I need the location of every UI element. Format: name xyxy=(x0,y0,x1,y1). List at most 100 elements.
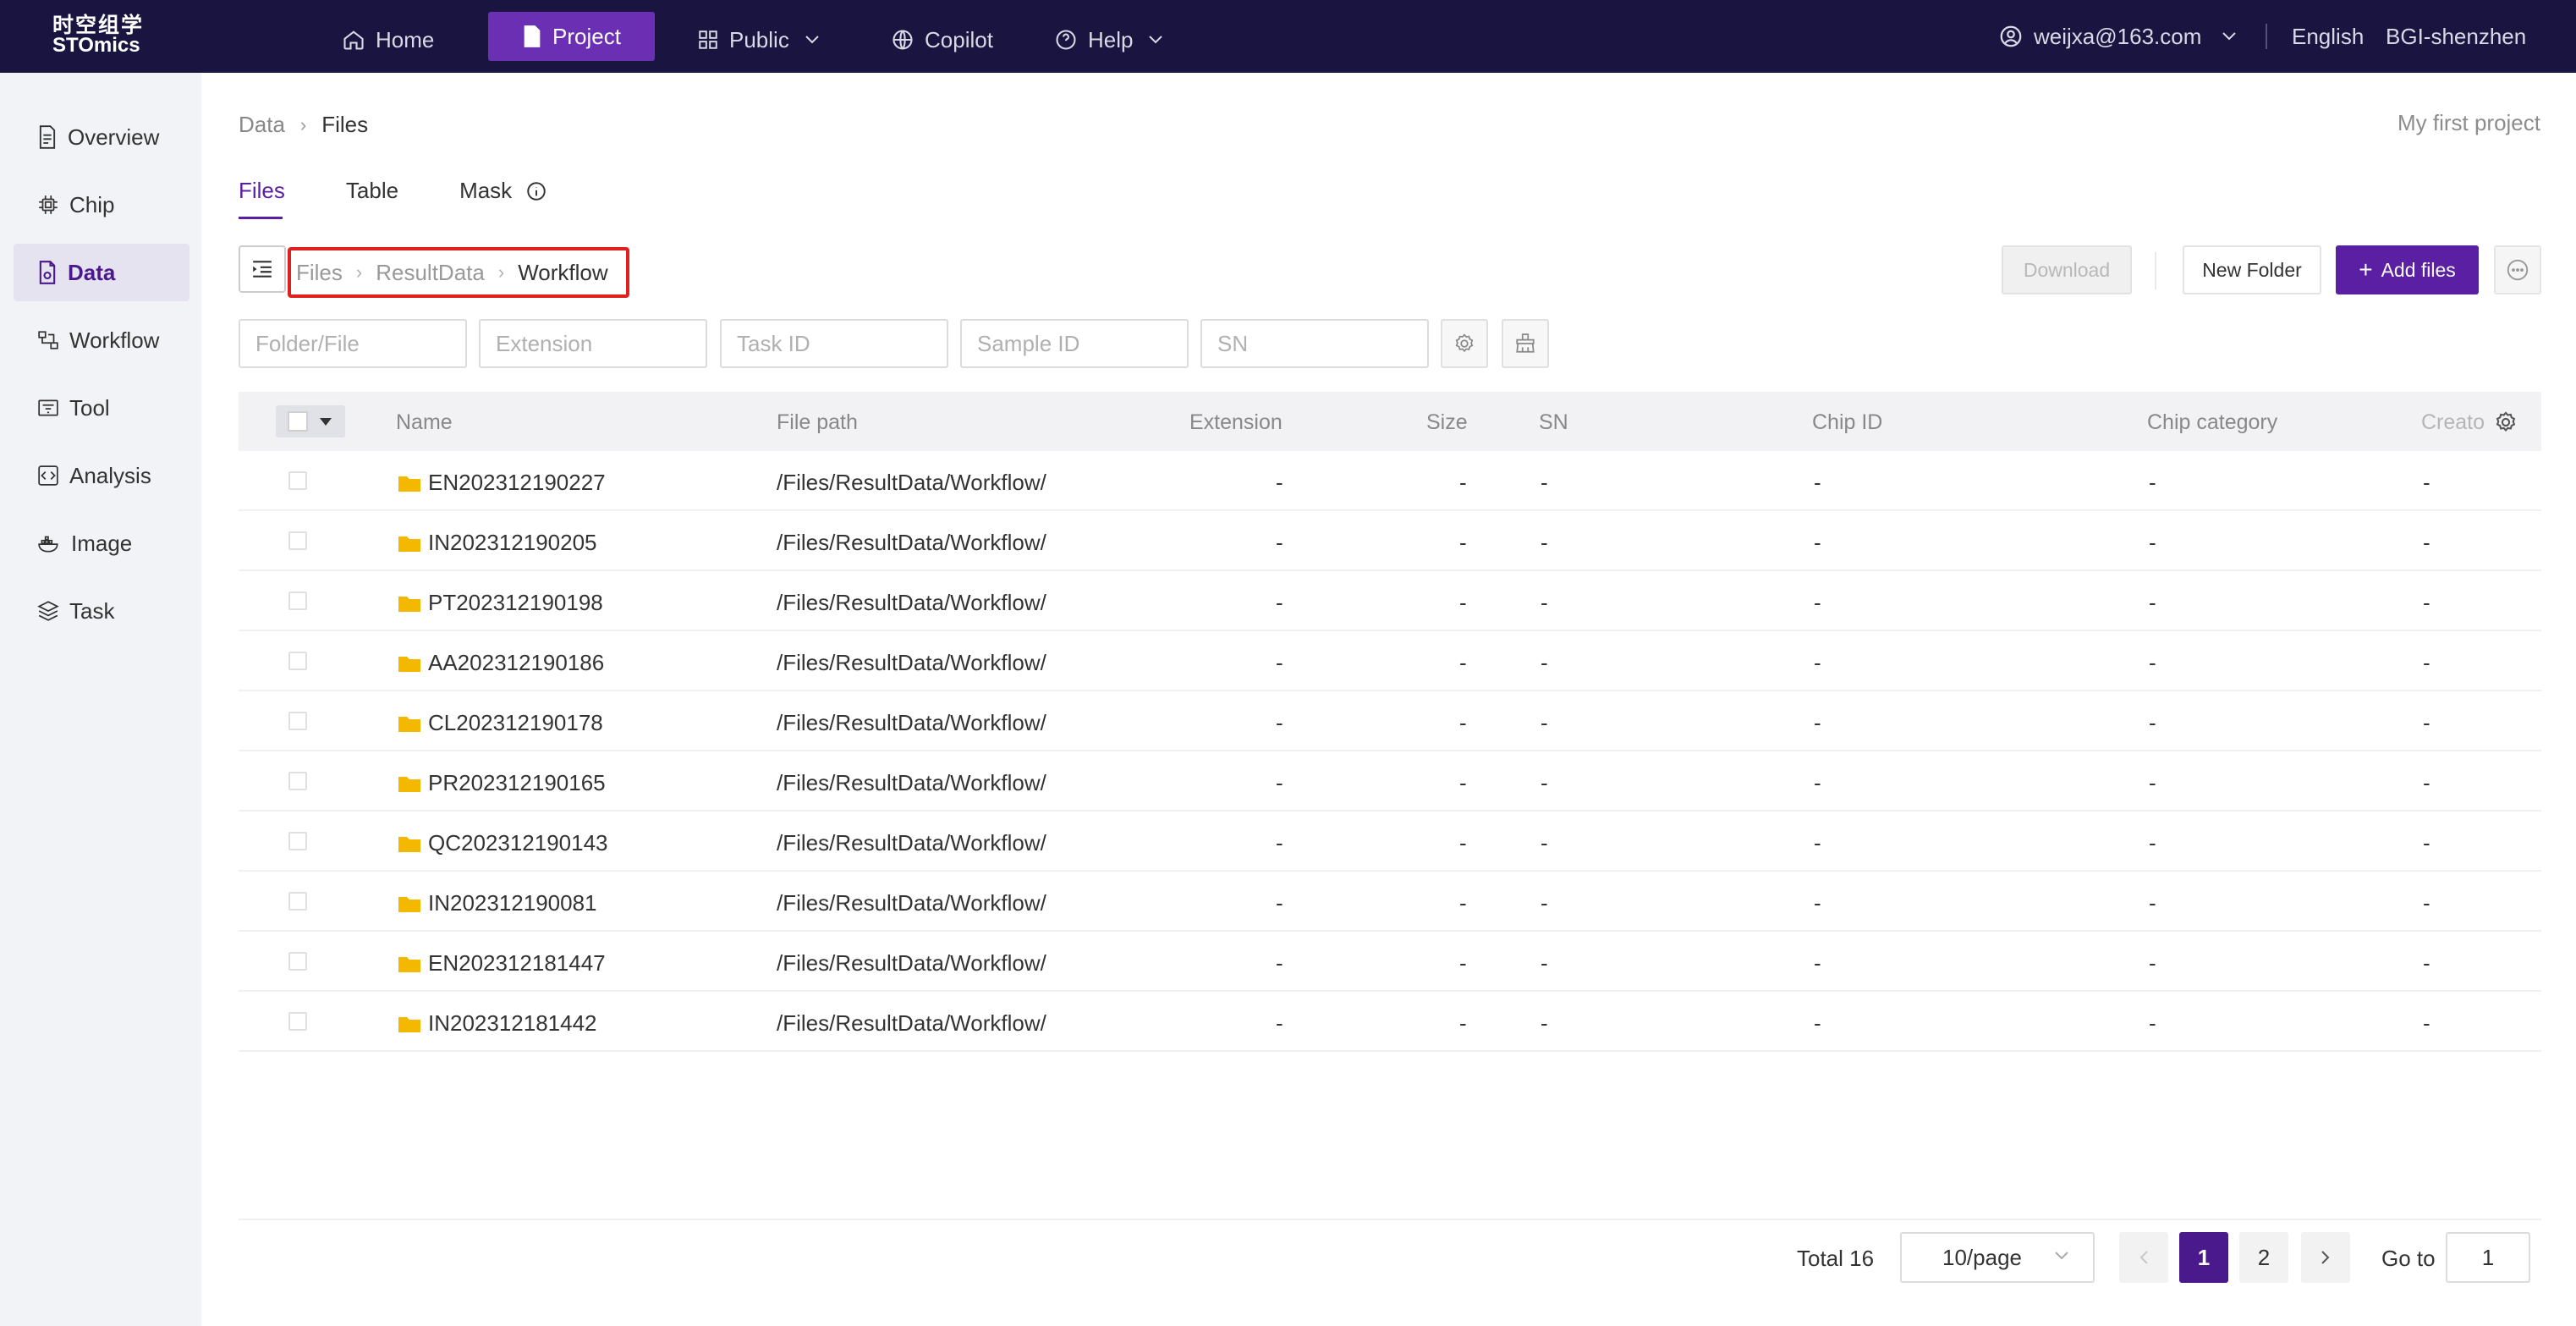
row-checkbox[interactable] xyxy=(288,712,307,730)
col-header-chip-category[interactable]: Chip category xyxy=(2147,410,2277,435)
col-header-file-path[interactable]: File path xyxy=(777,410,858,435)
folder-name-cell[interactable]: IN202312190081 xyxy=(398,890,597,916)
sidebar-item-chip[interactable]: Chip xyxy=(14,176,189,234)
row-checkbox[interactable] xyxy=(288,832,307,850)
chip-id-cell: - xyxy=(1814,1010,1821,1036)
nav-public[interactable]: Public xyxy=(697,19,830,61)
stomics-logo[interactable]: 时空组学 STOmics xyxy=(52,15,154,56)
folder-name-cell[interactable]: IN202312190205 xyxy=(398,530,597,556)
folder-name-cell[interactable]: EN202312181447 xyxy=(398,950,606,977)
creator-cell: - xyxy=(2423,890,2430,916)
table-row[interactable]: EN202312181447/Files/ResultData/Workflow… xyxy=(239,932,2541,992)
nav-project[interactable]: Project xyxy=(488,12,655,61)
nav-home[interactable]: Home xyxy=(342,19,434,61)
folder-name-cell[interactable]: EN202312190227 xyxy=(398,470,606,496)
tab-mask[interactable]: Mask xyxy=(459,178,547,219)
row-checkbox[interactable] xyxy=(288,952,307,971)
sidebar-item-data[interactable]: Data xyxy=(14,244,189,301)
sample-id-filter[interactable] xyxy=(960,319,1189,368)
row-checkbox[interactable] xyxy=(288,471,307,490)
page-button-1[interactable]: 1 xyxy=(2179,1232,2228,1283)
row-checkbox[interactable] xyxy=(288,892,307,911)
files-table: Name File path Extension Size SN Chip ID… xyxy=(239,392,2541,1052)
folder-name-cell[interactable]: AA202312190186 xyxy=(398,650,604,676)
folder-file-filter[interactable] xyxy=(239,319,467,368)
path-files-link[interactable]: Files xyxy=(296,260,343,286)
table-row[interactable]: PT202312190198/Files/ResultData/Workflow… xyxy=(239,571,2541,631)
row-checkbox[interactable] xyxy=(288,772,307,790)
help-circle-icon xyxy=(1056,30,1076,50)
user-icon xyxy=(2000,25,2022,47)
column-settings-icon[interactable] xyxy=(2494,410,2518,434)
sidebar-item-label: Analysis xyxy=(69,462,151,488)
sidebar-item-workflow[interactable]: Workflow xyxy=(14,311,189,369)
sidebar-item-analysis[interactable]: Analysis xyxy=(14,447,189,504)
path-resultdata-link[interactable]: ResultData xyxy=(376,260,485,286)
new-folder-button[interactable]: New Folder xyxy=(2183,245,2321,294)
file-path-cell: /Files/ResultData/Workflow/ xyxy=(777,650,1046,675)
select-all-checkbox[interactable] xyxy=(288,411,308,432)
col-header-sn[interactable]: SN xyxy=(1539,410,1568,435)
tab-files[interactable]: Files xyxy=(239,178,285,219)
table-row[interactable]: QC202312190143/Files/ResultData/Workflow… xyxy=(239,812,2541,872)
table-row[interactable]: CL202312190178/Files/ResultData/Workflow… xyxy=(239,691,2541,751)
toggle-folder-tree-button[interactable] xyxy=(239,245,286,293)
file-path-cell: /Files/ResultData/Workflow/ xyxy=(777,470,1046,495)
row-checkbox[interactable] xyxy=(288,591,307,610)
table-row[interactable]: IN202312181442/Files/ResultData/Workflow… xyxy=(239,992,2541,1052)
sidebar-item-label: Image xyxy=(71,530,133,556)
row-checkbox[interactable] xyxy=(288,531,307,550)
sn-filter[interactable] xyxy=(1200,319,1429,368)
info-icon[interactable] xyxy=(525,180,547,202)
next-page-button[interactable] xyxy=(2301,1232,2350,1283)
table-row[interactable]: PR202312190165/Files/ResultData/Workflow… xyxy=(239,751,2541,812)
nav-help[interactable]: Help xyxy=(1054,19,1173,61)
col-header-extension[interactable]: Extension xyxy=(1189,410,1283,435)
tab-table[interactable]: Table xyxy=(346,178,398,219)
goto-page-input[interactable]: 1 xyxy=(2446,1232,2530,1283)
more-options-button[interactable] xyxy=(2494,245,2541,294)
folder-name-cell[interactable]: PR202312190165 xyxy=(398,770,606,796)
add-files-button[interactable]: + Add files xyxy=(2336,245,2479,294)
page-size-select[interactable]: 10/page xyxy=(1900,1232,2095,1283)
table-row[interactable]: IN202312190081/Files/ResultData/Workflow… xyxy=(239,872,2541,932)
table-row[interactable]: IN202312190205/Files/ResultData/Workflow… xyxy=(239,511,2541,571)
row-checkbox[interactable] xyxy=(288,1012,307,1031)
region-switch[interactable]: BGI-shenzhen xyxy=(2386,19,2526,54)
sidebar-item-image[interactable]: Image xyxy=(14,514,189,572)
clear-filter-button[interactable] xyxy=(1502,319,1549,368)
row-checkbox[interactable] xyxy=(288,652,307,670)
folder-name: PR202312190165 xyxy=(428,770,606,795)
folder-name-cell[interactable]: PT202312190198 xyxy=(398,590,603,616)
sidebar-item-label: Task xyxy=(69,597,115,624)
search-settings-button[interactable] xyxy=(1441,319,1488,368)
sn-cell: - xyxy=(1541,650,1548,675)
folder-name-cell[interactable]: IN202312181442 xyxy=(398,1010,597,1037)
size-cell: - xyxy=(1459,470,1467,495)
col-header-size[interactable]: Size xyxy=(1426,410,1468,435)
size-cell: - xyxy=(1459,890,1467,916)
folder-name-cell[interactable]: CL202312190178 xyxy=(398,710,603,736)
col-header-creator[interactable]: Creato xyxy=(2421,410,2484,435)
task-id-filter[interactable] xyxy=(720,319,948,368)
extension-filter[interactable] xyxy=(479,319,707,368)
select-all-dropdown[interactable] xyxy=(276,405,345,437)
language-switch[interactable]: English xyxy=(2292,19,2364,54)
user-menu[interactable]: weijxa@163.com xyxy=(1998,19,2237,54)
col-header-chip-id[interactable]: Chip ID xyxy=(1812,410,1882,435)
folder-name-cell[interactable]: QC202312190143 xyxy=(398,830,608,856)
nav-copilot[interactable]: Copilot xyxy=(891,19,993,61)
chevron-right-icon: › xyxy=(355,261,363,283)
table-row[interactable]: EN202312190227/Files/ResultData/Workflow… xyxy=(239,451,2541,511)
download-button[interactable]: Download xyxy=(2002,245,2132,294)
breadcrumb-data-link[interactable]: Data xyxy=(239,112,285,138)
col-header-name[interactable]: Name xyxy=(396,410,453,435)
ext-cell: - xyxy=(1276,770,1283,795)
sidebar-item-task[interactable]: Task xyxy=(14,582,189,640)
sidebar-item-tool[interactable]: Tool xyxy=(14,379,189,437)
prev-page-button[interactable] xyxy=(2119,1232,2168,1283)
file-path-cell: /Files/ResultData/Workflow/ xyxy=(777,830,1046,856)
table-row[interactable]: AA202312190186/Files/ResultData/Workflow… xyxy=(239,631,2541,691)
page-button-2[interactable]: 2 xyxy=(2239,1232,2288,1283)
sidebar-item-overview[interactable]: Overview xyxy=(14,108,189,166)
